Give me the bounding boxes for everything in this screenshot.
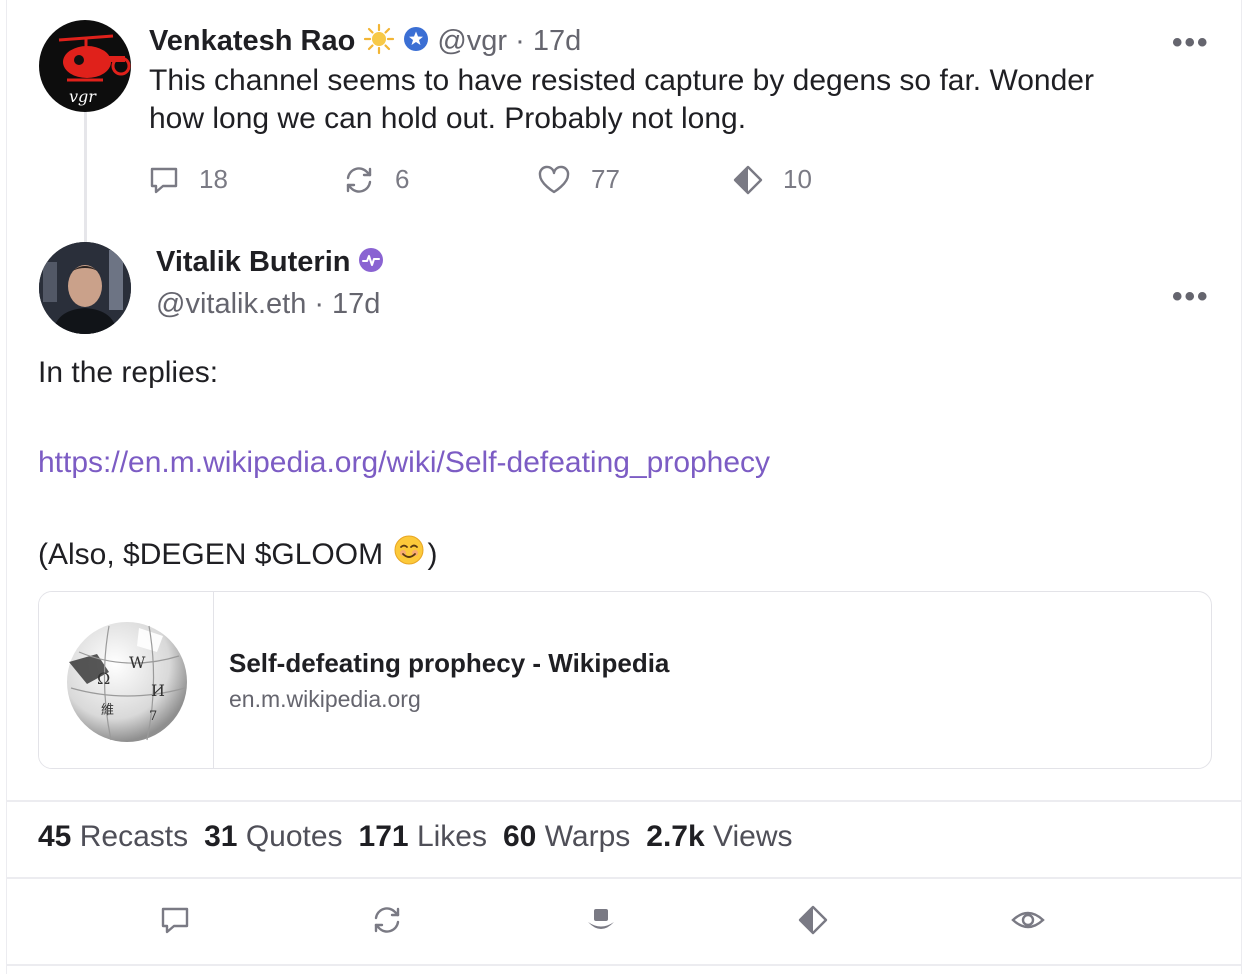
degen-tip-button[interactable] — [585, 905, 617, 940]
wikipedia-globe-icon: Ω W И 維 7 — [67, 622, 187, 742]
recast-action[interactable]: 6 — [343, 164, 409, 195]
avatar-vitalik[interactable] — [39, 242, 131, 334]
view-icon — [1011, 911, 1045, 929]
embed-domain: en.m.wikipedia.org — [229, 686, 421, 712]
more-icon[interactable]: ••• — [1172, 28, 1210, 58]
avatar-vgr[interactable]: vgr — [39, 20, 131, 112]
thread-connector — [84, 112, 87, 250]
svg-text:維: 維 — [101, 703, 114, 718]
like-action[interactable]: 77 — [537, 164, 620, 195]
wikipedia-link[interactable]: https://en.m.wikipedia.org/wiki/Self-def… — [38, 444, 770, 482]
stat-recasts[interactable]: 45 Recasts — [38, 820, 188, 854]
closing-paren: ) — [427, 538, 438, 571]
recast-button[interactable] — [371, 905, 403, 940]
hat-icon — [588, 909, 614, 929]
divider — [7, 877, 1241, 879]
author-name[interactable]: Venkatesh Rao — [149, 25, 355, 58]
like-count: 77 — [591, 164, 620, 194]
warp-action[interactable]: 10 — [733, 164, 812, 195]
svg-text:И: И — [151, 681, 165, 700]
verified-icon — [403, 26, 429, 57]
reply-count: 18 — [199, 164, 228, 194]
profile-photo — [39, 242, 131, 334]
divider — [7, 964, 1241, 966]
main-header: Vitalik Buterin — [156, 242, 384, 282]
helicopter-avatar-art: vgr — [58, 34, 131, 106]
stat-likes[interactable]: 171 Likes — [359, 820, 487, 854]
warp-button[interactable] — [798, 905, 828, 940]
main-text-line3: (Also, $DEGEN $GLOOM ) — [38, 534, 437, 576]
more-icon[interactable]: ••• — [1172, 282, 1210, 312]
stat-quotes[interactable]: 31 Quotes — [204, 820, 342, 854]
degen-gloom-text: (Also, $DEGEN $GLOOM — [38, 538, 392, 571]
stat-views: 2.7k Views — [646, 820, 793, 853]
reply-icon — [161, 907, 189, 934]
wikipedia-logo: Ω W И 維 7 — [39, 592, 214, 768]
timestamp: · 17d — [314, 288, 381, 320]
reply-icon — [150, 167, 178, 193]
link-preview-card[interactable]: Ω W И 維 7 Self-defeating prophecy - Wiki… — [38, 591, 1212, 769]
svg-text:Ω: Ω — [97, 669, 110, 688]
parent-text-line2: how long we can hold out. Probably not l… — [149, 102, 747, 135]
parent-cast-text: This channel seems to have resisted capt… — [149, 62, 1189, 138]
handle-time: @vgr · 17d — [437, 24, 582, 57]
reply-action[interactable]: 18 — [149, 164, 228, 195]
svg-text:7: 7 — [149, 709, 157, 724]
warp-count: 10 — [783, 164, 812, 194]
parent-text-line1: This channel seems to have resisted capt… — [149, 64, 1094, 97]
main-handle-row: @vitalik.eth · 17d — [156, 288, 380, 321]
cast-stats: 45 Recasts 31 Quotes 171 Likes 60 Warps … — [38, 820, 793, 854]
embed-title: Self-defeating prophecy - Wikipedia — [229, 648, 670, 678]
sun-icon — [363, 23, 395, 60]
smile-emoji-icon — [393, 534, 425, 576]
like-icon — [538, 165, 570, 193]
views-button[interactable] — [1011, 905, 1045, 940]
svg-text:W: W — [129, 653, 146, 672]
handle[interactable]: @vitalik.eth — [156, 288, 306, 321]
stat-warps[interactable]: 60 Warps — [503, 820, 630, 854]
svg-text:vgr: vgr — [69, 87, 97, 106]
reply-button[interactable] — [160, 905, 190, 940]
recast-count: 6 — [395, 164, 410, 194]
recast-icon — [346, 166, 372, 193]
warp-icon — [733, 165, 763, 194]
author-name[interactable]: Vitalik Buterin — [156, 246, 350, 279]
main-text-line1: In the replies: — [38, 356, 219, 389]
power-badge-icon — [358, 247, 384, 278]
parent-header: Venkatesh Rao @vgr · 17d — [149, 22, 581, 60]
warp-icon — [798, 905, 828, 935]
divider — [7, 800, 1241, 802]
recast-icon — [374, 907, 400, 933]
